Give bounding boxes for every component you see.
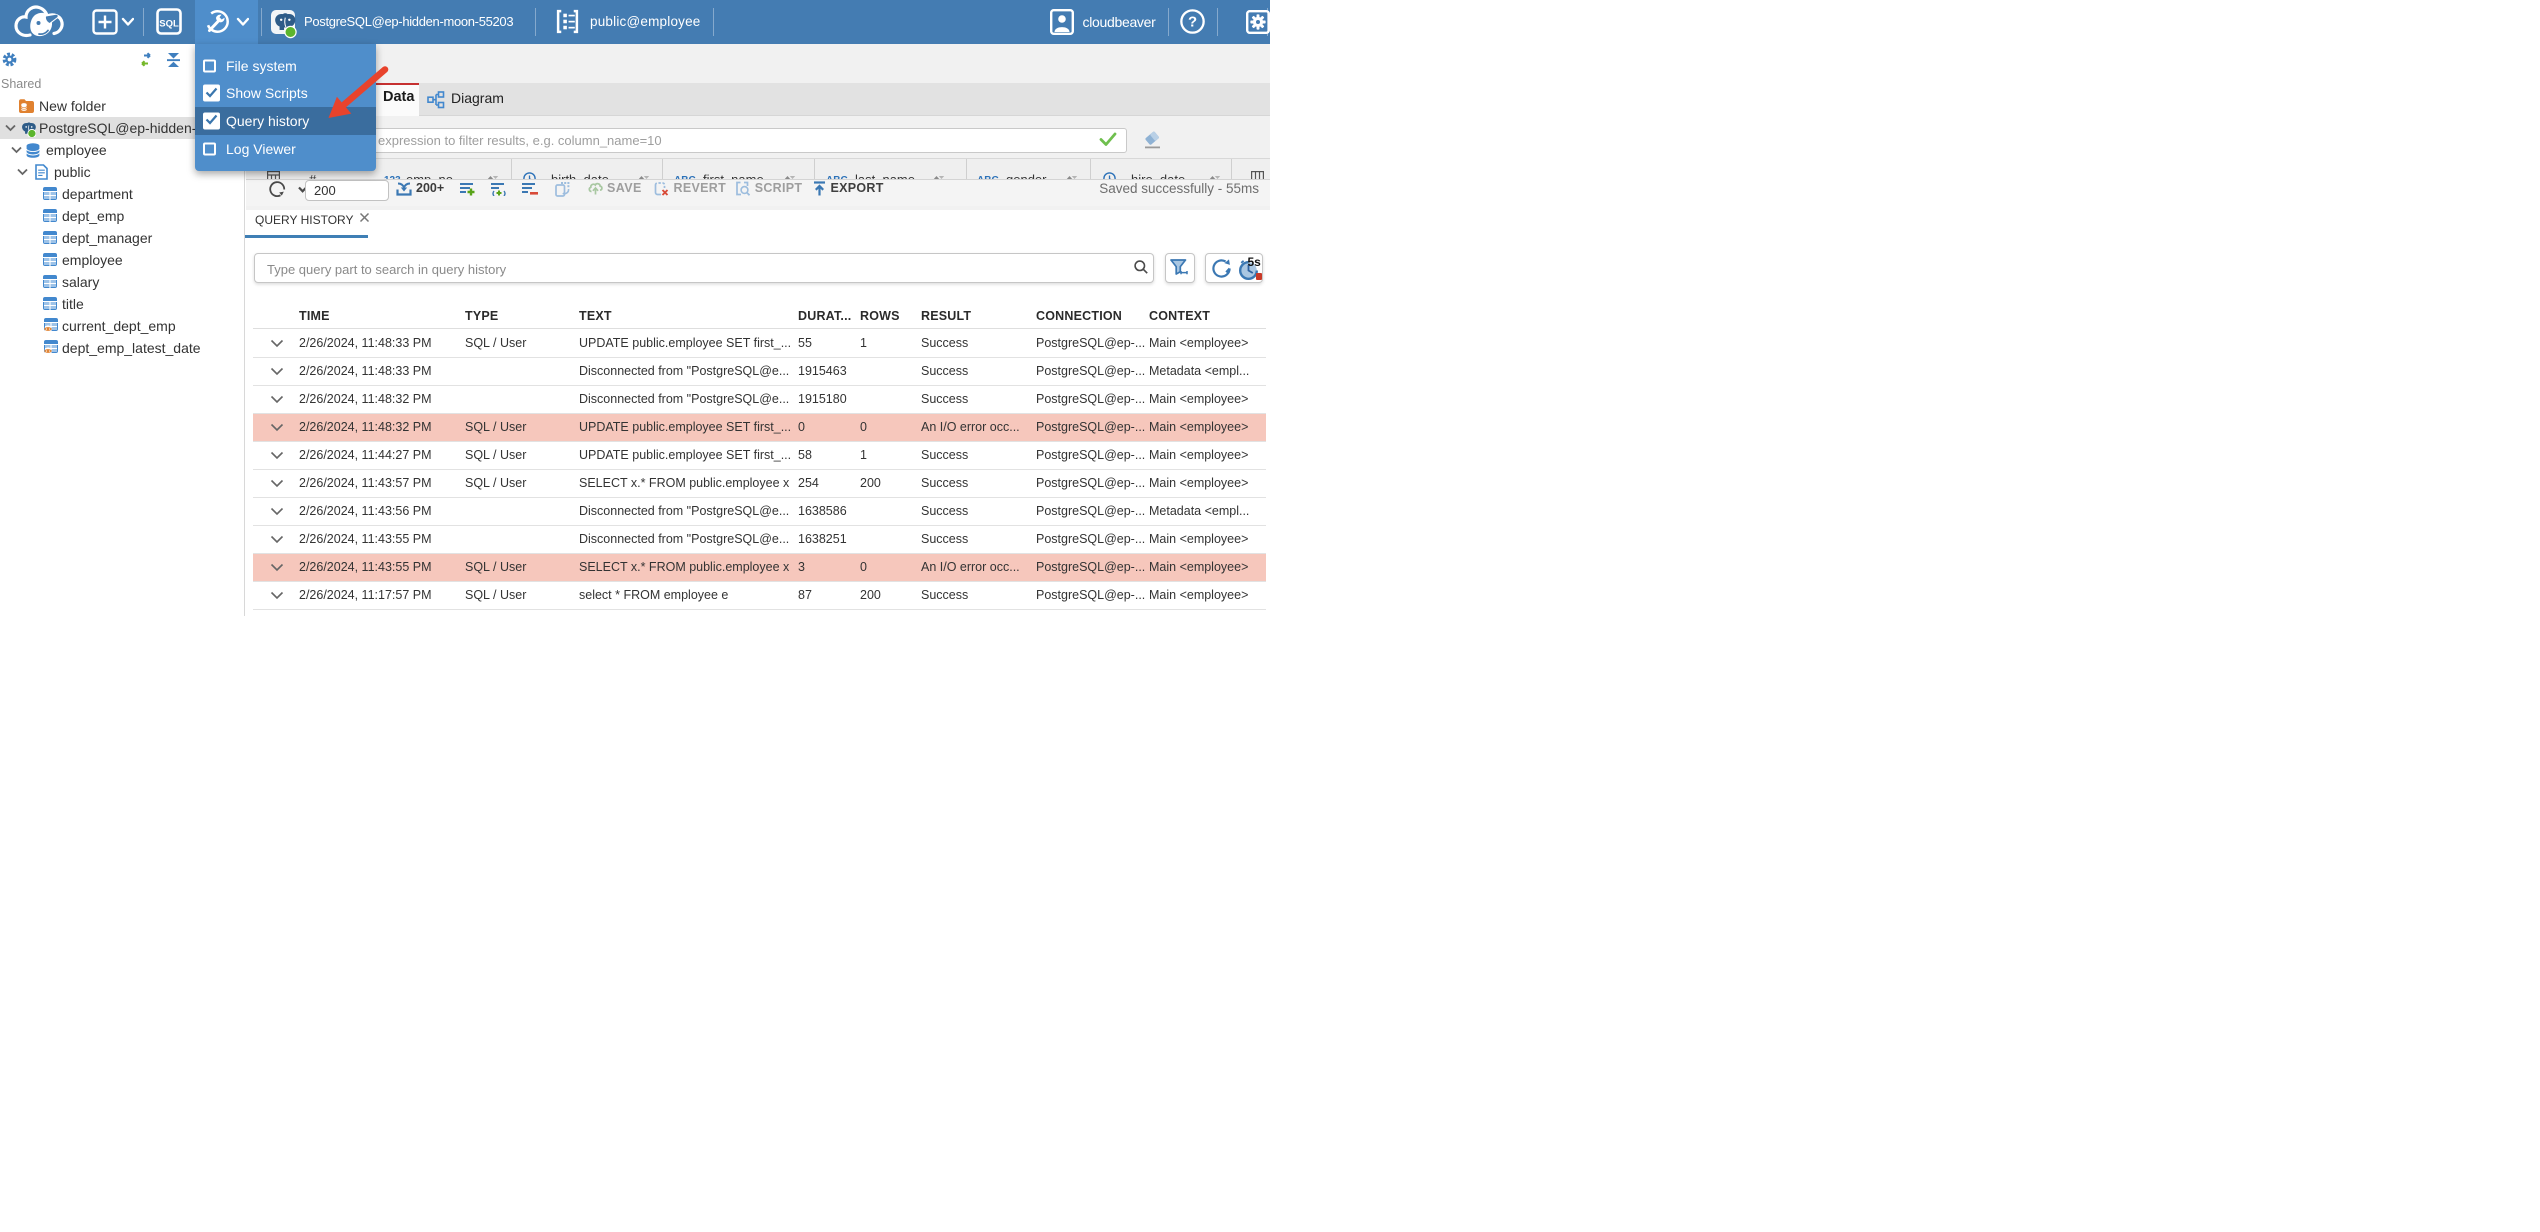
svg-text:?: ?	[1188, 15, 1197, 31]
svg-text:SQL: SQL	[159, 19, 179, 30]
